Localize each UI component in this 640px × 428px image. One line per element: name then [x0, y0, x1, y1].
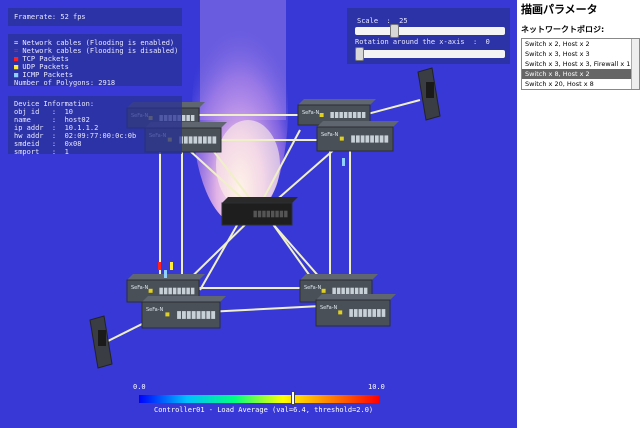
legend-panel: = Network cables (Flooding is enabled) =… [8, 34, 182, 87]
load-max-label: 10.0 [368, 383, 385, 391]
switch-brand-label: SeFa-N [320, 305, 338, 311]
device-info-line: smdeid : 0x08 [14, 140, 82, 148]
topology-listbox[interactable]: Switch x 2, Host x 2 Switch x 3, Host x … [521, 38, 640, 90]
topology-option[interactable]: Switch x 3, Host x 3, Firewall x 1 [522, 59, 639, 69]
scale-label: Scale : 25 [357, 17, 408, 25]
legend-label: Network cables (Flooding is enabled) [18, 39, 175, 47]
sidebar-title: 描画パラメータ [521, 3, 598, 16]
legend-item: ■ ICMP Packets [14, 71, 182, 79]
legend-label: ICMP Packets [18, 71, 74, 79]
packet-marker [170, 262, 173, 270]
view-controls-panel: Scale : 25 Rotation around the x-axis : … [347, 8, 510, 64]
switch-brand-label: SeFa-N [131, 285, 149, 291]
host-device[interactable] [89, 315, 113, 369]
legend-label: UDP Packets [18, 63, 69, 71]
packet-marker [164, 270, 167, 278]
load-value-marker [290, 391, 295, 405]
device-info-heading: Device Information: [14, 100, 95, 108]
load-heat-effect [192, 0, 288, 225]
listbox-scrollbar[interactable] [631, 39, 639, 89]
legend-item: ■ UDP Packets [14, 63, 182, 71]
network-cable [199, 219, 241, 291]
switch-brand-label: SeFa-N [304, 285, 322, 291]
network-3d-viewport[interactable]: SeFa-NSeFa-NSeFa-NSeFa-NSeFa-NSeFa-NSeFa… [0, 0, 517, 428]
device-info-line: ip addr : 10.1.1.2 [14, 124, 99, 132]
device-info-line: smport : 1 [14, 148, 69, 156]
topology-option-selected[interactable]: Switch x 8, Host x 2 [522, 69, 639, 79]
legend-label: TCP Packets [18, 55, 69, 63]
host-device[interactable] [417, 67, 441, 121]
polygon-count: Number of Polygons: 2918 [14, 79, 116, 87]
switch-device[interactable]: SeFa-N [315, 294, 396, 327]
legend-item: ■ TCP Packets [14, 55, 182, 63]
framerate-text: Framerate: 52 fps [14, 13, 86, 21]
legend-item: = Network cables (Flooding is enabled) [14, 39, 182, 47]
device-info-line: hw addr : 02:09:77:00:0c:0b [14, 132, 137, 140]
rotation-slider[interactable] [355, 47, 505, 61]
device-info-line: name : host02 [14, 116, 90, 124]
load-gradient-bar [139, 395, 379, 403]
switch-brand-label: SeFa-N [302, 110, 320, 116]
scale-slider-thumb[interactable] [390, 24, 399, 38]
load-caption: Controller01 - Load Average (val=6.4, th… [154, 406, 374, 414]
switch-device[interactable]: SeFa-N [316, 121, 399, 152]
rotation-slider-thumb[interactable] [355, 47, 364, 61]
framerate-panel: Framerate: 52 fps [8, 8, 182, 26]
switch-device[interactable] [221, 197, 298, 226]
load-min-label: 0.0 [133, 383, 146, 391]
device-info-panel: Device Information: obj id : 10 name : h… [8, 96, 182, 156]
switch-device[interactable]: SeFa-N [141, 296, 226, 329]
switch-brand-label: SeFa-N [321, 132, 339, 138]
parameter-sidebar: 描画パラメータ ネットワークトポロジ: Switch x 2, Host x 2… [517, 0, 640, 428]
topology-option[interactable]: Switch x 20, Host x 8 [522, 79, 639, 89]
topology-label: ネットワークトポロジ: [521, 25, 605, 34]
packet-marker [158, 262, 161, 270]
rotation-label: Rotation around the x-axis : 0 [355, 38, 490, 46]
switch-brand-label: SeFa-N [146, 307, 164, 313]
packet-marker [342, 158, 345, 166]
legend-item: = Network cables (Flooding is disabled) [14, 47, 182, 55]
scale-slider[interactable] [355, 24, 505, 38]
device-info-line: obj id : 10 [14, 108, 74, 116]
topology-option[interactable]: Switch x 2, Host x 2 [522, 39, 639, 49]
topology-option[interactable]: Switch x 3, Host x 3 [522, 49, 639, 59]
legend-label: Network cables (Flooding is disabled) [18, 47, 179, 55]
